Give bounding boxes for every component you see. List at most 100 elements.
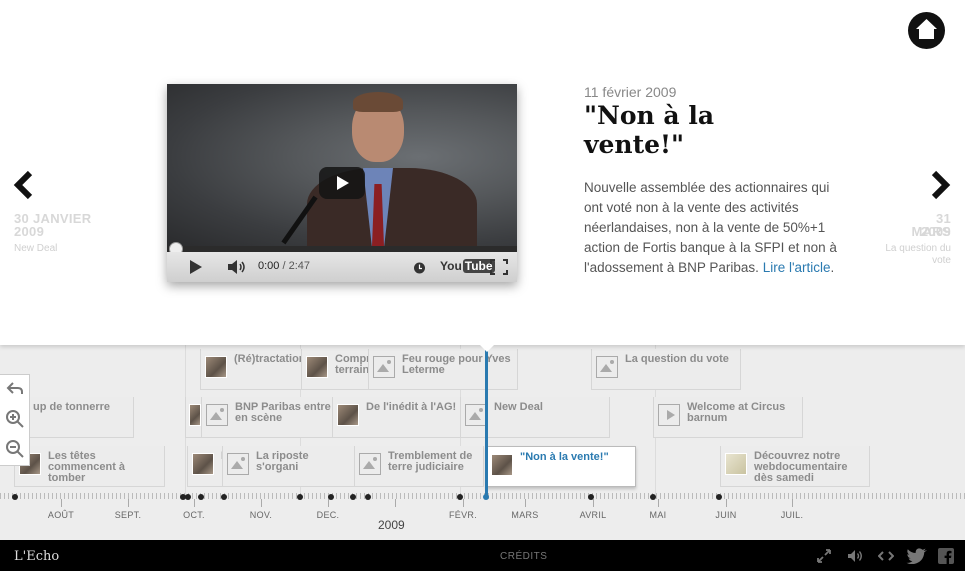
- timeline-marker[interactable]: Les têtes commencent à tomber: [14, 446, 165, 487]
- timeline-marker[interactable]: Tremblement de terre judiciaire: [354, 446, 484, 487]
- marker-thumbnail: [491, 454, 513, 476]
- volume-icon[interactable]: [227, 259, 247, 275]
- timeline-marker[interactable]: Compr terrain: [301, 349, 371, 390]
- time-display: 0:00 / 2:47: [258, 260, 311, 272]
- month-tick: [658, 499, 659, 507]
- play-icon[interactable]: [189, 259, 203, 275]
- marker-label: Welcome at Circus barnum: [687, 401, 786, 424]
- month-label: AVRIL: [579, 510, 607, 520]
- month-tick: [525, 499, 526, 507]
- timeline-zoom-controls: [0, 374, 30, 466]
- video-player[interactable]: 0:00 / 2:47 You Tube: [167, 84, 517, 282]
- marker-label: "Non à la vente!": [520, 451, 609, 463]
- big-play-button[interactable]: [319, 167, 365, 199]
- slide-title: "Non à la vente!": [584, 101, 715, 159]
- slide-panel: 30 JANVIER 2009 New Deal 31 MARS 2009 La…: [0, 0, 965, 345]
- month-tick: [792, 499, 793, 507]
- event-dot[interactable]: [185, 494, 191, 500]
- current-time-indicator: [485, 345, 488, 499]
- event-dot[interactable]: [12, 494, 18, 500]
- marker-label: Feu rouge pour Yves Leterme: [402, 353, 511, 376]
- marker-label: up de tonnerre: [33, 401, 111, 413]
- twitter-icon[interactable]: [906, 548, 928, 564]
- chevron-right-icon: [931, 170, 951, 200]
- marker-label: La riposte s'organi: [256, 450, 309, 473]
- month-label: DEC.: [316, 510, 340, 520]
- back-arrow-icon[interactable]: [5, 378, 25, 398]
- zoom-in-icon[interactable]: [5, 409, 25, 429]
- marker-label: (Ré)tractation: [234, 353, 305, 365]
- video-icon: [658, 404, 680, 426]
- marker-label: BNP Paribas entre en scène: [235, 401, 331, 424]
- sound-icon[interactable]: [847, 548, 863, 564]
- youtube-logo[interactable]: You Tube: [440, 259, 495, 273]
- month-label: NOV.: [249, 510, 273, 520]
- chevron-left-icon: [13, 170, 33, 200]
- marker-thumbnail: [337, 404, 359, 426]
- credits-link[interactable]: CRÉDITS: [500, 551, 547, 562]
- event-dot[interactable]: [221, 494, 227, 500]
- event-dot[interactable]: [716, 494, 722, 500]
- home-button[interactable]: [908, 12, 945, 49]
- fullscreen-icon[interactable]: [490, 259, 508, 275]
- slide-description: Nouvelle assemblée des actionnaires qui …: [584, 180, 837, 275]
- month-tick: [61, 499, 62, 507]
- footer-bar: L'Echo CRÉDITS: [0, 540, 965, 571]
- prev-slide-date-line2[interactable]: 2009: [14, 225, 44, 238]
- embed-icon[interactable]: [878, 548, 894, 564]
- timeline-marker[interactable]: F: [187, 446, 223, 487]
- event-dot[interactable]: [365, 494, 371, 500]
- month-label: AOÛT: [47, 510, 75, 520]
- marker-label: La question du vote: [625, 353, 729, 365]
- slide-date: 11 février 2009: [584, 84, 677, 100]
- month-tick: [726, 499, 727, 507]
- event-dot[interactable]: [297, 494, 303, 500]
- zoom-out-icon[interactable]: [5, 439, 25, 459]
- month-label: MARS: [511, 510, 539, 520]
- timeline-marker[interactable]: Découvrez notre webdocumentaire dès same…: [720, 446, 870, 487]
- read-article-link[interactable]: Lire l'article: [763, 260, 831, 275]
- marker-thumbnail: [205, 356, 227, 378]
- month-tick: [328, 499, 329, 507]
- event-dot[interactable]: [650, 494, 656, 500]
- month-label: OCT.: [183, 510, 205, 520]
- next-slide-date-line2[interactable]: 2009: [896, 225, 951, 238]
- timeline-marker[interactable]: La question du vote: [591, 349, 741, 390]
- marker-label: New Deal: [494, 401, 543, 413]
- speaker-hair: [353, 92, 403, 112]
- timeline-marker[interactable]: BNP Paribas entre en scène: [201, 397, 336, 438]
- month-label: SEPT.: [114, 510, 142, 520]
- marker-label: Tremblement de terre judiciaire: [388, 450, 473, 473]
- image-icon: [359, 453, 381, 475]
- current-position-tab: [480, 345, 494, 352]
- lecho-logo[interactable]: L'Echo: [14, 549, 59, 564]
- next-slide-title-line2[interactable]: vote: [870, 255, 951, 267]
- timeline-marker[interactable]: De l'inédit à l'AG!: [332, 397, 462, 438]
- month-label: FÉVR.: [448, 510, 478, 520]
- duration: 2:47: [288, 260, 311, 272]
- timeline-marker-active[interactable]: "Non à la vente!": [486, 446, 636, 487]
- previous-slide-button[interactable]: [10, 170, 40, 200]
- timeline-marker[interactable]: New Deal: [460, 397, 610, 438]
- month-label: MAI: [649, 510, 667, 520]
- marker-thumbnail: [306, 356, 328, 378]
- timeline-marker[interactable]: La riposte s'organi: [222, 446, 357, 487]
- fullscreen-icon[interactable]: [816, 548, 832, 564]
- timeline-axis[interactable]: AOÛT SEPT. OCT. NOV. DEC. FÉVR. MARS AVR…: [0, 493, 965, 540]
- year-label: 2009: [378, 518, 405, 532]
- image-icon: [596, 356, 618, 378]
- event-dot[interactable]: [350, 494, 356, 500]
- month-tick: [593, 499, 594, 507]
- clock-icon[interactable]: [413, 260, 426, 276]
- marker-label: Les têtes commencent à tomber: [48, 450, 126, 484]
- facebook-icon[interactable]: [938, 548, 954, 564]
- timeline-marker[interactable]: (Ré)tractation: [200, 349, 305, 390]
- timeline-marker[interactable]: Welcome at Circus barnum: [653, 397, 803, 438]
- event-dot[interactable]: [198, 494, 204, 500]
- next-slide-button[interactable]: [928, 170, 958, 200]
- timeline-marker[interactable]: Feu rouge pour Yves Leterme: [368, 349, 518, 390]
- prev-slide-title[interactable]: New Deal: [14, 243, 57, 255]
- marker-thumbnail: [189, 404, 201, 426]
- next-slide-title-line1[interactable]: La question du: [870, 243, 951, 255]
- video-frame[interactable]: [167, 84, 517, 258]
